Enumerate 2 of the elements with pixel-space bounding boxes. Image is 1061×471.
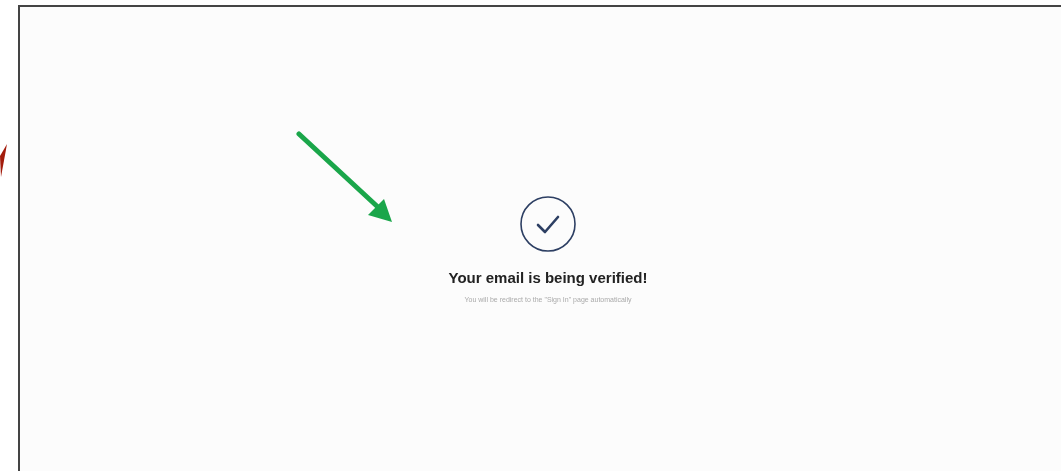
check-circle-icon — [519, 195, 577, 253]
verification-title: Your email is being verified! — [448, 268, 648, 288]
